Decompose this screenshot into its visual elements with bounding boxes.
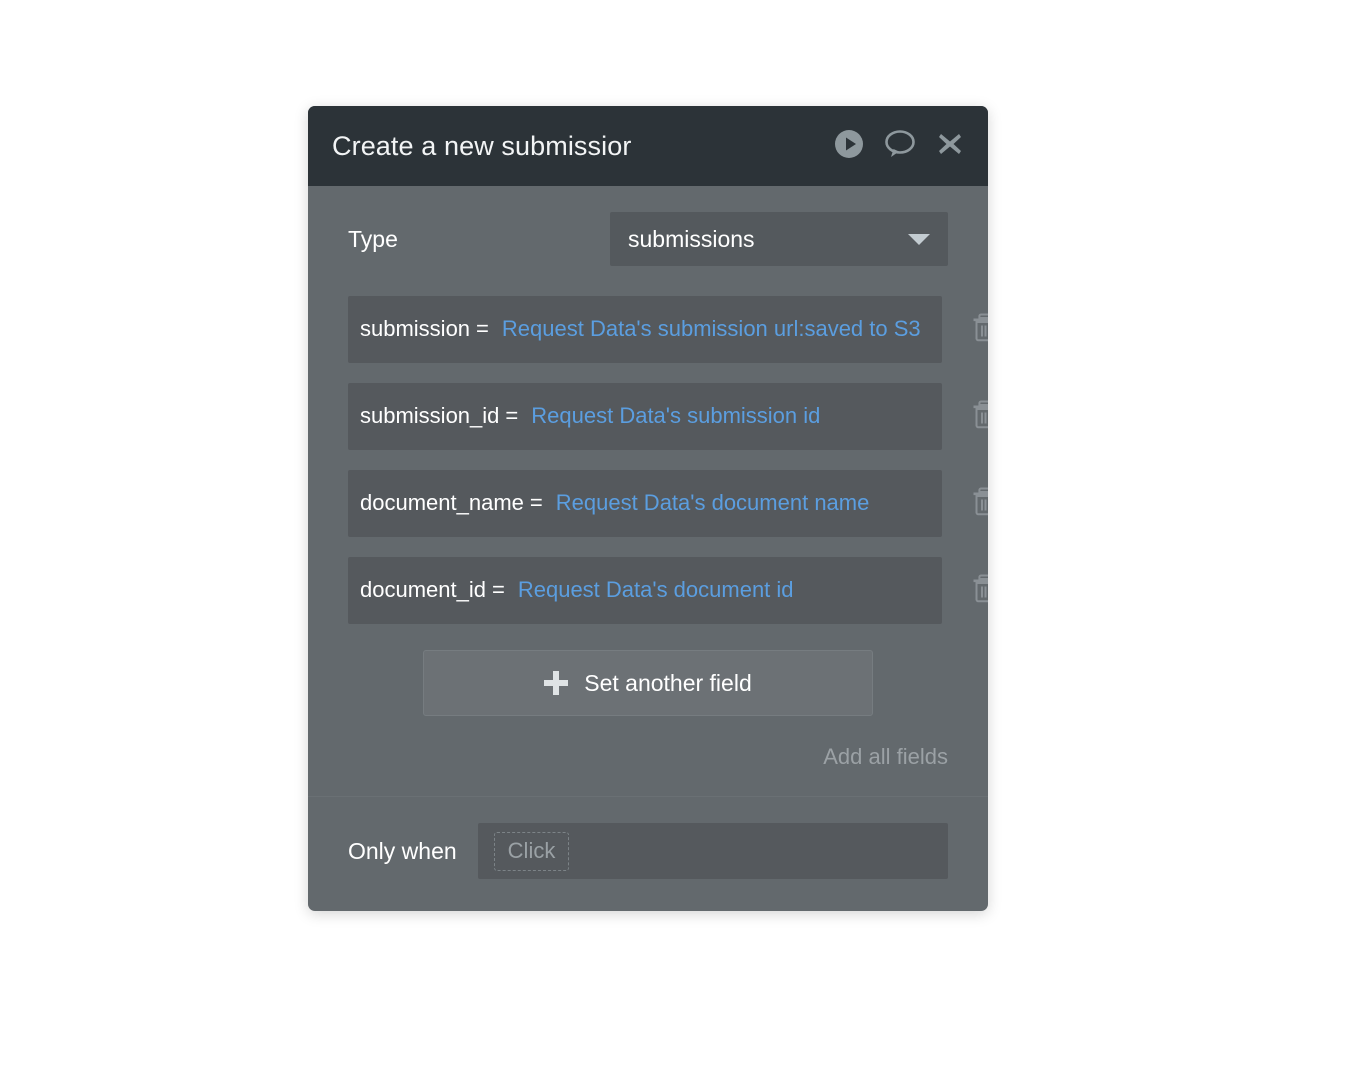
field-value: Request Data's submission url:saved to S…: [501, 316, 921, 341]
add-all-fields-link[interactable]: Add all fields: [823, 744, 948, 770]
field-value: Request Data's document id: [517, 577, 794, 602]
field-expression-submission-id[interactable]: submission_id = Request Data's submission …: [348, 383, 942, 450]
field-list: submission = Request Data's submission url…: [348, 296, 988, 624]
field-expression-document-id[interactable]: document_id = Request Data's document id: [348, 557, 942, 624]
set-another-field-button[interactable]: Set another field: [423, 650, 873, 716]
panel-footer: Only when Click: [308, 797, 988, 911]
trash-icon: [971, 573, 988, 608]
field-expression-submission[interactable]: submission = Request Data's submission url…: [348, 296, 942, 363]
panel-body: Type submissions submission = Request Data…: [308, 186, 988, 797]
add-all-fields-row: Add all fields: [348, 716, 948, 796]
only-when-placeholder: Click: [493, 831, 570, 871]
close-icon[interactable]: [936, 130, 964, 163]
field-expression-document-name[interactable]: document_name = Request Data's document na…: [348, 470, 942, 537]
field-value: Request Data's submission id: [531, 403, 821, 428]
trash-icon: [971, 399, 988, 434]
field-key: document_name: [360, 490, 524, 515]
field-operator: =: [491, 577, 505, 602]
field-operator: =: [529, 490, 543, 515]
field-value: Request Data's document name: [555, 490, 870, 515]
plus-icon: [544, 671, 569, 695]
field-key: submission_id: [360, 403, 500, 428]
type-label: Type: [348, 225, 398, 252]
field-row: document_id = Request Data's document id: [348, 557, 988, 624]
header-icon-group: [834, 129, 966, 164]
field-row: document_name = Request Data's document na…: [348, 470, 988, 537]
field-key: submission: [360, 316, 471, 341]
trash-icon: [971, 486, 988, 521]
trash-icon: [971, 312, 988, 347]
type-dropdown[interactable]: submissions: [610, 212, 948, 266]
delete-field-button[interactable]: [942, 383, 988, 434]
speech-bubble-icon[interactable]: [884, 129, 916, 164]
play-circle-icon[interactable]: [834, 129, 864, 164]
delete-field-button[interactable]: [942, 296, 988, 347]
type-row: Type submissions: [348, 212, 948, 266]
page-title: Create a new submissior: [332, 131, 632, 161]
delete-field-button[interactable]: [942, 470, 988, 521]
field-row: submission = Request Data's submission url…: [348, 296, 988, 363]
chevron-down-icon: [908, 233, 930, 245]
create-new-thing-panel: Create a new submissior Type submissions…: [308, 106, 988, 911]
panel-header: Create a new submissior: [308, 106, 988, 186]
delete-field-button[interactable]: [942, 557, 988, 608]
field-operator: =: [476, 316, 489, 341]
field-key: document_id: [360, 577, 486, 602]
field-row: submission_id = Request Data's submission …: [348, 383, 988, 450]
type-dropdown-value: submissions: [628, 225, 755, 252]
only-when-input[interactable]: Click: [477, 823, 948, 879]
only-when-label: Only when: [348, 837, 457, 864]
field-operator: =: [505, 403, 519, 428]
set-another-field-label: Set another field: [584, 669, 752, 696]
